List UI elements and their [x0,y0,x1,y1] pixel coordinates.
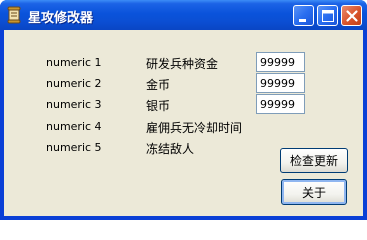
numeric-2-label: numeric 2 [46,77,102,90]
numeric-3-label: numeric 3 [46,98,102,111]
minimize-icon [299,19,306,22]
numeric-1-label: numeric 1 [46,56,102,69]
numeric-3-value-field[interactable]: 99999 [256,94,305,114]
maximize-icon [322,10,334,22]
numeric-4-label: numeric 4 [46,120,102,133]
numeric-5-label: numeric 5 [46,141,102,154]
window-frame-bottom [0,216,367,220]
numeric-3-description: 银币 [146,99,171,113]
about-button[interactable]: 关于 [281,179,347,205]
app-window: 星攻修改器 numeric 1 研发兵种资金 99999 numeric 2 金… [0,0,367,220]
minimize-button[interactable] [293,5,314,26]
numeric-2-description: 金币 [146,78,171,92]
numeric-5-description: 冻结敌人 [146,142,195,156]
close-icon [346,10,358,22]
numeric-2-value-field[interactable]: 99999 [256,73,305,93]
window-title: 星攻修改器 [28,11,94,26]
maximize-button[interactable] [317,5,338,26]
numeric-1-description: 研发兵种资金 [146,57,219,71]
numeric-4-description: 雇佣兵无冷却时间 [146,121,243,135]
numeric-1-value-field[interactable]: 99999 [256,52,305,72]
title-bar[interactable]: 星攻修改器 [0,0,367,30]
close-button[interactable] [341,5,362,26]
check-update-button[interactable]: 检查更新 [280,148,348,173]
scroll-app-icon[interactable] [6,6,23,24]
